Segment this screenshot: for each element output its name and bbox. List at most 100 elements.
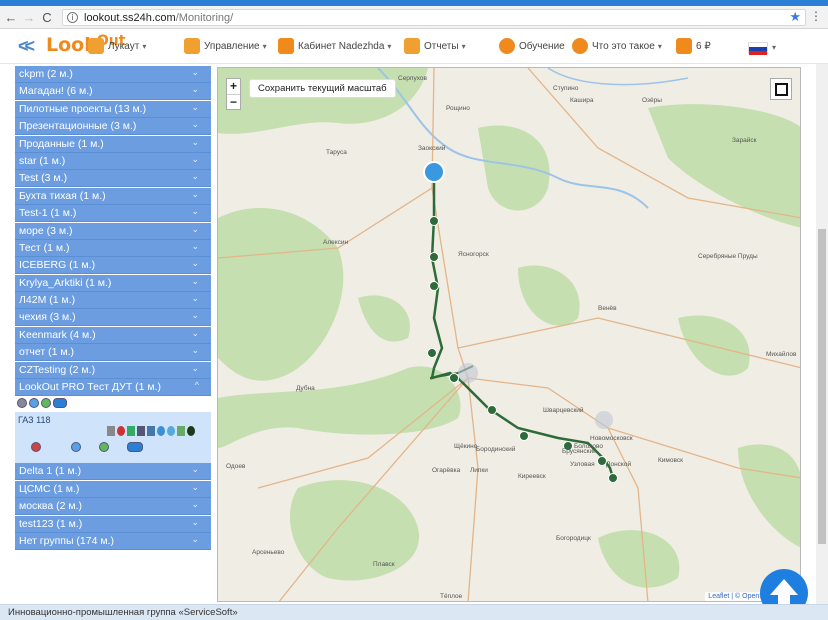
key-icon [278,38,294,54]
place-label: Озёры [642,97,662,104]
group-item[interactable]: москва (2 м.) ⌄ [15,498,211,516]
settings-icon[interactable] [29,398,39,409]
group-item[interactable]: отчет (1 м.) ⌄ [15,344,211,362]
gear-icon[interactable] [17,398,27,409]
chevron-down-icon: ▾ [657,41,662,51]
group-label: Магадан! (6 м.) [19,85,93,98]
group-item[interactable]: Test-1 (1 м.) ⌄ [15,205,211,223]
group-item[interactable]: Krylya_Arktiki (1 м.) ⌄ [15,274,211,292]
group-item[interactable]: Test (3 м.) ⌄ [15,170,211,188]
vehicle-position-marker[interactable] [423,161,445,183]
track-icon[interactable] [53,398,67,409]
settings-icon[interactable] [71,442,81,453]
map[interactable]: Серпухов Ступино Кашира Озёры Тарусa Заокский… [217,67,801,602]
browser-toolbar: ← → C i lookout.ss24h.com /Monitoring/ ★… [0,6,828,29]
route-icon[interactable] [99,442,109,453]
group-label: чехия (3 м.) [19,311,76,324]
group-content: ГАЗ 118 [15,396,211,464]
group-item[interactable]: ICEBERG (1 м.) ⌄ [15,257,211,275]
route-icon[interactable] [41,398,51,409]
toolbar-item[interactable]: Управление ▾ [184,38,267,54]
group-item[interactable]: Презентационные (3 м.) ⌄ [15,118,211,136]
chevron-up-icon: ^ [194,380,199,391]
vehicle-item[interactable]: ГАЗ 118 [15,412,211,464]
group-item[interactable]: Delta 1 (1 м.) ⌄ [15,463,211,481]
language-caret-icon[interactable]: ▾ [772,43,776,52]
document-icon[interactable] [107,426,115,437]
toolbar-item-label: 6 ₽ [696,40,711,52]
group-item[interactable]: CZTesting (2 м.) ⌄ [15,361,211,379]
place-label: Одоев [226,463,246,470]
stop-icon[interactable] [31,442,41,453]
vehicle-name: ГАЗ 118 [18,415,51,426]
group-item[interactable]: Л42М (1 м.) ⌄ [15,292,211,310]
place-label: Шварцевский [543,406,584,414]
collapse-sidebar-icon[interactable]: << [18,36,35,57]
group-item[interactable]: Проданные (1 м.) ⌄ [15,135,211,153]
chevron-down-icon: ⌄ [191,345,199,356]
group-item[interactable]: чехия (3 м.) ⌄ [15,309,211,327]
bookmark-star-icon[interactable]: ★ [789,9,801,25]
group-item[interactable]: море (3 м.) ⌄ [15,222,211,240]
group-item[interactable]: Пилотные проекты (13 м.) ⌄ [15,100,211,118]
group-item[interactable]: Тест (1 м.) ⌄ [15,239,211,257]
place-label: Огарёвка [432,467,461,474]
signal-icon[interactable] [147,426,155,437]
chevron-down-icon: ⌄ [191,119,199,130]
reload-icon[interactable]: C [40,10,54,25]
address-bar[interactable]: i lookout.ss24h.com /Monitoring/ ★ [62,9,806,26]
group-item[interactable]: ckpm (2 м.) ⌄ [15,66,211,83]
toolbar-item[interactable]: Кабинет Nadezhda ▾ [278,38,391,54]
group-label: москва (2 м.) [19,500,83,513]
browser-menu-icon[interactable]: ⋮ [810,9,822,23]
page-scrollbar[interactable] [816,64,828,604]
group-item[interactable]: test123 (1 м.) ⌄ [15,515,211,533]
group-label: море (3 м.) [19,224,73,237]
toolbar-item[interactable]: Обучение [499,38,565,54]
chevron-down-icon: ⌄ [191,84,199,95]
record-icon[interactable] [117,426,125,437]
toolbar-item[interactable]: Отчеты ▾ [404,38,466,54]
toolbar-item-label: Управление [204,40,260,52]
group-label: star (1 м.) [19,154,66,167]
chevron-down-icon: ⌄ [191,101,199,112]
marker-icon[interactable] [187,426,195,437]
scrollbar-thumb[interactable] [818,229,826,544]
back-icon[interactable]: ← [4,10,18,25]
zoom-out-button[interactable]: − [227,94,240,109]
place-label: Плавск [373,561,395,568]
track-icon[interactable] [127,442,143,453]
chart-icon[interactable] [137,426,145,437]
info-icon[interactable]: i [67,12,78,23]
group-item[interactable]: Keenmark (4 м.) ⌄ [15,326,211,344]
footer: Инновационно-промышленная группа «Servic… [0,604,828,620]
zoom-in-button[interactable]: + [227,79,240,94]
group-item[interactable]: Бухта тихая (1 м.) ⌄ [15,187,211,205]
group-item[interactable]: Нет группы (174 м.) ⌄ [15,532,211,550]
group-actions [15,396,211,410]
graph-icon[interactable] [177,426,185,437]
save-scale-button[interactable]: Сохранить текущий масштаб [250,80,395,97]
forward-icon[interactable]: → [22,10,36,25]
info-circle-icon[interactable] [167,426,175,437]
group-expanded[interactable]: LookOut PRO Тест ДУТ (1 м.) ^ [15,379,211,397]
toolbar-item[interactable]: Что это такое ▾ [572,38,662,54]
fullscreen-icon[interactable] [770,78,792,100]
chevron-down-icon: ⌄ [191,293,199,304]
report-icon [404,38,420,54]
group-item[interactable]: ЦСМС (1 м.) ⌄ [15,480,211,498]
group-item[interactable]: star (1 м.) ⌄ [15,152,211,170]
fuel-icon[interactable] [157,426,165,437]
chevron-down-icon: ⌄ [191,533,199,544]
place-label: Бородинский [476,445,516,453]
toolbar-item[interactable]: 6 ₽ [676,38,711,54]
group-item[interactable]: Магадан! (6 м.) ⌄ [15,83,211,101]
toolbar-item[interactable]: Лукаут ▾ [88,38,146,54]
language-flag-icon[interactable] [748,42,768,55]
sensor-icon[interactable] [127,426,135,437]
toolbar-item-label: Кабинет Nadezhda [298,40,385,52]
chevron-down-icon: ▾ [461,41,466,51]
group-label: Проданные (1 м.) [19,137,104,150]
chevron-down-icon: ⌄ [191,481,199,492]
ship-wheel-icon [184,38,200,54]
